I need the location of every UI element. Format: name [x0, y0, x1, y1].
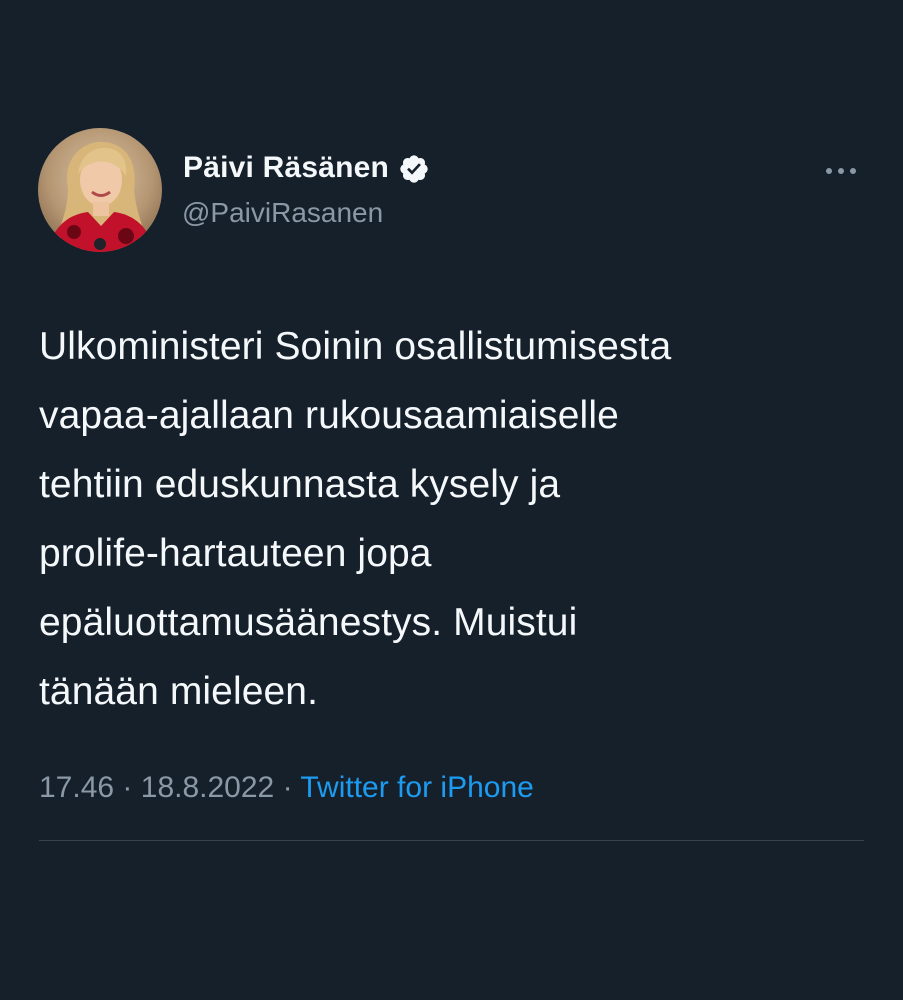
verified-badge-icon: [398, 153, 430, 185]
divider: [39, 840, 864, 841]
author-name-row: Päivi Räsänen: [183, 151, 430, 185]
avatar-photo-icon: [38, 128, 162, 252]
avatar[interactable]: [38, 128, 162, 252]
meta-separator: ·: [282, 771, 293, 804]
more-options-icon[interactable]: [818, 158, 864, 184]
author-display-name[interactable]: Päivi Räsänen: [183, 151, 389, 185]
tweet-meta: 17.46 · 18.8.2022 · Twitter for iPhone: [39, 771, 534, 805]
tweet-date[interactable]: 18.8.2022: [141, 771, 274, 804]
tweet-card: Päivi Räsänen @PaiviRasanen Ulkominister…: [0, 0, 903, 1000]
tweet-time[interactable]: 17.46: [39, 771, 114, 804]
author-handle[interactable]: @PaiviRasanen: [182, 197, 383, 229]
tweet-text: Ulkoministeri Soinin osallistumisesta va…: [39, 325, 672, 713]
meta-separator: ·: [122, 771, 133, 804]
tweet-source-link[interactable]: Twitter for iPhone: [300, 771, 533, 804]
